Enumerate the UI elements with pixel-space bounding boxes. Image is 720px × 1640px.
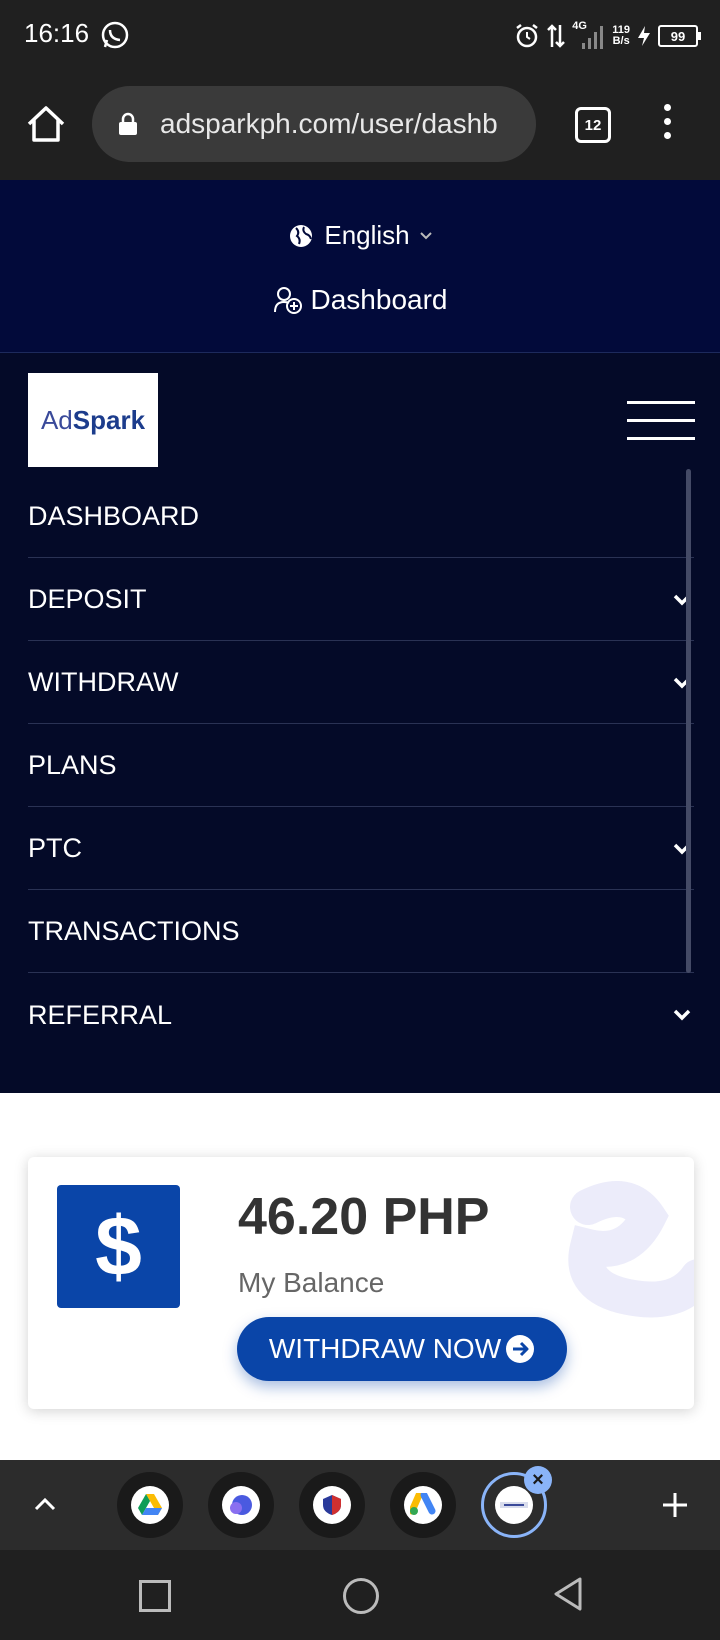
nav-item-deposit[interactable]: DEPOSIT — [28, 558, 694, 641]
adspark-favicon-icon — [500, 1502, 528, 1508]
status-icons: 4G 119 B/s 99 — [514, 16, 701, 56]
tab-google-drive[interactable] — [117, 1472, 183, 1538]
signal-group: 4G — [572, 21, 606, 51]
balance-card: $ 46.20 PHP My Balance WITHDRAW NOW — [28, 1157, 694, 1409]
withdraw-now-button[interactable]: WITHDRAW NOW — [237, 1317, 567, 1381]
user-add-icon — [273, 287, 302, 314]
lock-icon — [119, 112, 137, 135]
tab-shield-app[interactable] — [299, 1472, 365, 1538]
nav-list: DASHBOARD DEPOSIT WITHDRAW PLANS PTC TRANSACT… — [28, 475, 694, 1056]
google-drive-icon — [138, 1494, 162, 1515]
status-time: 16:16 — [24, 18, 90, 48]
main-navigation: Ad Spark DASHBOARD DEPOSIT WITHDRAW PLANS PTC… — [0, 353, 720, 1093]
dashboard-link-label: Dashboard — [310, 284, 448, 315]
nav-item-plans[interactable]: PLANS — [28, 724, 694, 807]
nav-scrollbar[interactable] — [686, 469, 691, 973]
shield-icon — [323, 1495, 341, 1515]
recent-apps-icon[interactable] — [139, 1580, 171, 1612]
chevron-down-icon — [419, 231, 432, 239]
battery-icon: 99 — [658, 25, 701, 47]
chevron-down-icon — [673, 1009, 691, 1021]
charging-icon — [638, 26, 650, 46]
dashboard-link[interactable]: Dashboard — [0, 284, 720, 316]
address-bar[interactable]: adsparkph.com/user/dashb — [92, 86, 536, 162]
site-header: English Dashboard — [0, 180, 720, 353]
balance-label: My Balance — [238, 1267, 385, 1298]
url-text: adsparkph.com/user/dashb — [160, 108, 498, 139]
tab-group-bar: × — [0, 1460, 720, 1550]
nav-item-label: DASHBOARD — [28, 501, 200, 531]
whatsapp-icon — [101, 21, 129, 49]
nav-item-label: REFERRAL — [28, 999, 173, 1030]
tab-google-ads[interactable] — [390, 1472, 456, 1538]
data-transfer-icon — [547, 24, 566, 48]
browser-menu-icon[interactable] — [660, 104, 674, 144]
home-icon[interactable] — [24, 102, 68, 146]
nav-item-dashboard[interactable]: DASHBOARD — [28, 475, 694, 558]
language-label: English — [324, 220, 410, 250]
google-ads-icon — [410, 1493, 436, 1515]
decorative-watermark — [568, 1181, 694, 1318]
chat-bubble-icon — [230, 1495, 252, 1515]
nav-item-label: PLANS — [28, 750, 117, 780]
arrow-right-circle-icon — [506, 1335, 535, 1363]
hamburger-menu-icon[interactable] — [627, 401, 695, 441]
nav-item-label: DEPOSIT — [28, 584, 147, 614]
signal-icon — [582, 26, 604, 49]
nav-item-label: TRANSACTIONS — [28, 916, 240, 946]
nav-item-ptc[interactable]: PTC — [28, 807, 694, 890]
nav-item-withdraw[interactable]: WITHDRAW — [28, 641, 694, 724]
balance-amount: 46.20 PHP — [238, 1188, 490, 1246]
globe-icon — [290, 224, 313, 247]
status-bar: 16:16 4G 119 B/s 99 — [0, 0, 720, 72]
home-circle-icon[interactable] — [343, 1578, 379, 1614]
adspark-logo[interactable]: Ad Spark — [28, 373, 158, 467]
nav-item-label: WITHDRAW — [28, 667, 179, 697]
back-triangle-icon[interactable] — [552, 1576, 584, 1612]
nav-item-label: PTC — [28, 833, 82, 863]
tab-switcher-button[interactable]: 12 — [575, 107, 611, 143]
nav-item-transactions[interactable]: TRANSACTIONS — [28, 890, 694, 973]
nav-item-referral[interactable]: REFERRAL — [28, 973, 694, 1056]
alarm-icon — [516, 24, 538, 48]
system-navigation-bar — [0, 1550, 720, 1640]
language-selector[interactable]: English — [0, 220, 720, 251]
new-tab-plus-icon[interactable] — [660, 1490, 690, 1520]
network-speed: 119 B/s — [612, 24, 630, 47]
browser-toolbar: adsparkph.com/user/dashb 12 — [0, 72, 720, 181]
chevron-up-icon[interactable] — [32, 1492, 58, 1518]
close-tab-icon[interactable]: × — [524, 1466, 552, 1494]
dollar-icon: $ — [57, 1185, 180, 1308]
tab-chat-app[interactable] — [208, 1472, 274, 1538]
